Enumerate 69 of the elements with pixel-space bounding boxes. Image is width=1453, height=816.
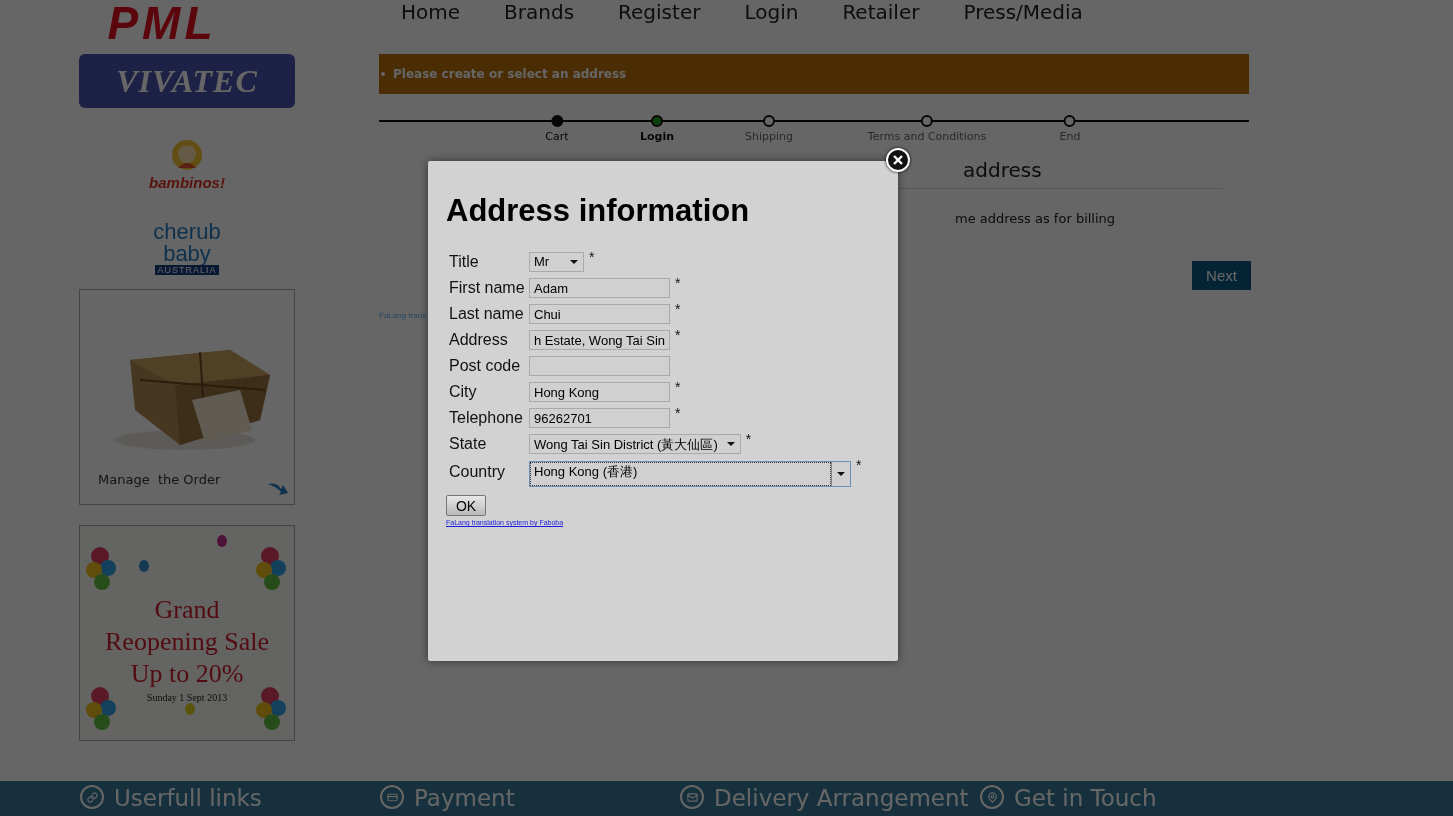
map-pin-icon xyxy=(980,785,1004,809)
field-label: Post code xyxy=(449,357,522,375)
step-label: Cart xyxy=(545,130,569,143)
footer-heading: Delivery Arrangement xyxy=(714,785,969,811)
step-label: Shipping xyxy=(745,130,793,143)
step-label: Terms and Conditions xyxy=(867,130,987,143)
sale-headline: Grand xyxy=(154,593,220,626)
link-icon xyxy=(80,785,104,809)
card-caption: Manage the Order xyxy=(98,472,221,487)
footer-heading: Get in Touch xyxy=(1014,785,1157,811)
required-mark: * xyxy=(856,457,862,473)
sale-date: Sunday 1 Sept 2013 xyxy=(146,691,228,703)
logo: PML xyxy=(107,0,217,46)
nav-link[interactable]: Home xyxy=(401,0,461,28)
ok-button[interactable]: OK xyxy=(446,495,486,516)
step-label: End xyxy=(1059,130,1081,143)
field-label: Telephone xyxy=(449,409,524,427)
footer-heading: Payment xyxy=(414,785,515,811)
field-label: Address xyxy=(449,331,509,349)
select-field[interactable]: Wong Tai Sin District (黃大仙區) xyxy=(529,434,741,454)
input-field[interactable]: h Estate, Wong Tai Sin xyxy=(529,330,670,350)
child-icon xyxy=(170,138,204,172)
sale-headline: Up to 20% xyxy=(130,657,244,690)
input-field[interactable]: Chui xyxy=(529,304,670,324)
input-field[interactable]: Adam xyxy=(529,278,670,298)
nav-link[interactable]: Press/Media xyxy=(963,0,1083,28)
sale-banner[interactable]: Grand Reopening Sale Up to 20% Sunday 1 Sept 2013 xyxy=(79,525,295,741)
field-label: Last name xyxy=(449,305,525,323)
credit-card-icon xyxy=(380,785,404,809)
required-mark: * xyxy=(675,379,681,395)
close-icon xyxy=(893,155,903,165)
next-button[interactable]: Next xyxy=(1192,261,1251,290)
field-label: First name xyxy=(449,279,526,297)
sale-headline: Reopening Sale xyxy=(105,625,269,658)
select-field[interactable]: Mr xyxy=(529,252,584,272)
footer-heading: Userfull links xyxy=(114,785,262,811)
input-field[interactable]: 96262701 xyxy=(529,408,670,428)
required-mark: * xyxy=(745,431,752,447)
nav-link[interactable]: Retailer xyxy=(842,0,920,28)
required-mark: * xyxy=(675,275,681,291)
required-mark: * xyxy=(589,249,595,265)
field-label: Title xyxy=(449,253,480,271)
nav-link[interactable]: Login xyxy=(744,0,799,28)
billing-option: me address as for billing xyxy=(899,211,1249,226)
select-field[interactable]: Hong Kong (香港) xyxy=(529,461,851,487)
caret-icon xyxy=(837,472,845,476)
section-heading: address xyxy=(962,158,1043,182)
order-card[interactable]: Manage the Order xyxy=(79,289,295,505)
logo[interactable]: VIVATEC xyxy=(79,54,295,108)
alert-text: Please create or select an address xyxy=(393,67,627,81)
field-label: Country xyxy=(449,463,507,481)
mail-icon xyxy=(680,785,704,809)
input-field[interactable]: Hong Kong xyxy=(529,382,670,402)
caret-icon xyxy=(726,442,735,446)
caret-icon xyxy=(570,260,578,264)
logo-tagline: AUSTRALIA xyxy=(155,265,219,275)
nav-link[interactable]: Register xyxy=(618,0,701,28)
dialog-title: Address information xyxy=(446,193,751,229)
logo[interactable]: cherub baby xyxy=(142,221,232,265)
required-mark: * xyxy=(675,405,681,421)
logo[interactable]: bambinos! xyxy=(149,174,225,191)
field-label: State xyxy=(449,435,488,453)
nav-link[interactable]: Brands xyxy=(504,0,575,28)
field-label: City xyxy=(449,383,478,401)
close-button[interactable] xyxy=(886,148,910,172)
input-field[interactable] xyxy=(529,356,670,376)
required-mark: * xyxy=(675,301,681,317)
required-mark: * xyxy=(675,327,681,343)
step-label: Login xyxy=(640,130,674,143)
